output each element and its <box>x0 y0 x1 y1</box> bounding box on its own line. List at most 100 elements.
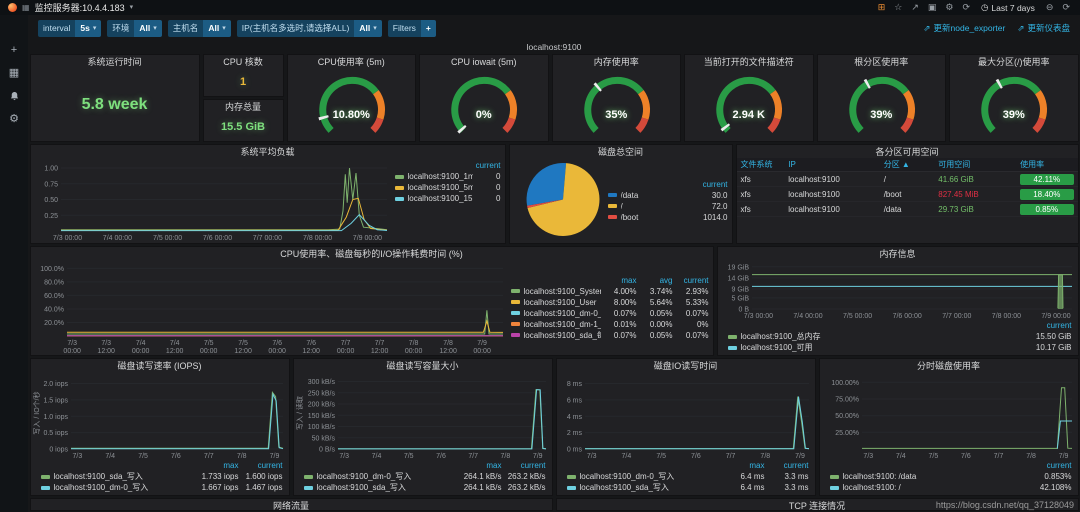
disk-iops-chart[interactable]: 2.0 iops1.5 iops1.0 iops0.5 iops0 iops7/… <box>31 372 289 461</box>
panel-title[interactable]: 磁盘IO读写时间 <box>557 359 815 372</box>
legend-item[interactable]: /boot1014.0 <box>608 212 728 223</box>
legend-col-current[interactable]: current <box>1028 461 1072 471</box>
configuration-gear-icon[interactable]: ⚙ <box>9 114 19 125</box>
add-panel-icon[interactable]: ⊞ <box>876 3 888 12</box>
legend-item[interactable]: /72.0 <box>608 201 728 212</box>
create-plus-icon[interactable]: + <box>11 45 17 56</box>
panel-title[interactable]: 当前打开的文件描述符 <box>685 55 813 68</box>
legend-col-current[interactable]: current <box>694 180 728 190</box>
legend-col-avg[interactable]: avg <box>637 276 673 286</box>
cpu-io-chart[interactable]: 100.0%80.0%60.0%40.0%20.0%7/300:007/312:… <box>31 260 509 355</box>
legend-item[interactable]: localhost:9100_User8.00%5.64%5.33% <box>511 297 709 308</box>
dashboards-grid-icon[interactable]: ▦ <box>9 68 19 79</box>
save-icon[interactable]: ▣ <box>926 3 939 12</box>
series-name: localhost:9100_dm-0_写入 <box>54 482 195 493</box>
legend-col-max[interactable]: max <box>458 461 502 471</box>
chevron-down-icon[interactable]: ▾ <box>130 4 134 11</box>
grafana-logo[interactable] <box>8 3 17 12</box>
var-label: interval <box>38 20 75 37</box>
panel-title[interactable]: CPU 核数 <box>204 55 283 68</box>
legend-col-max[interactable]: max <box>195 461 239 471</box>
panel-row-load: 系统平均负载 1.000.750.500.257/3 00:007/4 00:0… <box>28 143 1080 245</box>
var-label: 主机名 <box>168 20 204 37</box>
legend-col-current[interactable]: current <box>673 276 709 286</box>
legend-item[interactable]: localhost:9100_dm-1_每秒I/O操作%0.01%0.00%0% <box>511 319 709 330</box>
legend-col-current[interactable]: current <box>473 161 501 171</box>
legend-item[interactable]: localhost:9100_dm-0_写入6.4 ms3.3 ms <box>567 471 809 482</box>
link-update-node-exporter[interactable]: ⇗更新node_exporter <box>923 22 1005 34</box>
time-range-picker[interactable]: ◷ Last 7 days <box>977 2 1039 13</box>
panel-title[interactable]: 网络流量 <box>31 499 552 512</box>
external-link-icon: ⇗ <box>923 23 930 34</box>
panel-title[interactable]: 根分区使用率 <box>818 55 946 68</box>
var-hostname[interactable]: 主机名 All▾ <box>168 20 231 37</box>
panel-title[interactable]: 最大分区(/)使用率 <box>950 55 1078 68</box>
panel-title[interactable]: 各分区可用空间 <box>737 145 1078 158</box>
alerting-bell-icon[interactable] <box>9 91 20 102</box>
svg-text:6 ms: 6 ms <box>566 397 582 404</box>
legend-item[interactable]: localhost:9100_总内存15.50 GiB <box>728 331 1072 342</box>
legend-item[interactable]: localhost:9100_sda_写入264.1 kB/s263.2 kB/… <box>304 482 546 493</box>
legend-col-max[interactable]: max <box>721 461 765 471</box>
legend-item[interactable]: /data30.0 <box>608 190 728 201</box>
disk-space-pie-chart[interactable] <box>520 161 606 238</box>
legend-item[interactable]: localhost:9100_5m0 <box>395 182 501 193</box>
memory-chart[interactable]: 19 GiB14 GiB9 GiB5 GiB0 B7/3 00:007/4 00… <box>718 260 1078 321</box>
col-partition[interactable]: 分区 ▲ <box>880 158 935 172</box>
svg-text:7/5: 7/5 <box>203 340 213 347</box>
var-interval[interactable]: interval 5s▾ <box>38 20 101 37</box>
panel-disk-io-time: 磁盘IO读写时间 8 ms6 ms4 ms2 ms0 ms7/37/47/57/… <box>556 358 816 496</box>
legend-item[interactable]: localhost:9100_1m0 <box>395 171 501 182</box>
legend-item[interactable]: localhost:9100_dm-0_写入1.667 iops1.467 io… <box>41 482 283 493</box>
cycle-view-icon[interactable]: ⟳ <box>960 3 972 12</box>
disk-bytes-chart[interactable]: 300 kB/s250 kB/s200 kB/s150 kB/s100 kB/s… <box>294 372 552 461</box>
panel-title[interactable]: 磁盘读写容量大小 <box>294 359 552 372</box>
share-icon[interactable]: ↗ <box>909 3 921 12</box>
legend-item[interactable]: localhost:9100_sda_写入6.4 ms3.3 ms <box>567 482 809 493</box>
legend-col-current[interactable]: current <box>502 461 546 471</box>
panel-title[interactable]: 磁盘总空间 <box>510 145 732 158</box>
panel-title[interactable]: 内存信息 <box>718 247 1078 260</box>
col-usage[interactable]: 使用率 <box>1016 158 1077 172</box>
var-env[interactable]: 环境 All▾ <box>107 20 161 37</box>
legend-col-current[interactable]: current <box>1020 321 1072 331</box>
panel-title[interactable]: 内存使用率 <box>553 55 681 68</box>
legend-item[interactable]: localhost:9100_15m0 <box>395 193 501 204</box>
col-ip[interactable]: IP <box>784 158 879 172</box>
panel-title[interactable]: 系统运行时间 <box>31 55 199 68</box>
panel-title[interactable]: CPU iowait (5m) <box>420 55 548 68</box>
var-ip[interactable]: IP(主机名多选时,请选择ALL) All▾ <box>237 20 382 37</box>
legend-item[interactable]: localhost:9100_sda_每秒I/O操作%0.07%0.05%0.0… <box>511 330 709 341</box>
zoom-out-icon[interactable]: ⊖ <box>1044 3 1056 12</box>
panel-title[interactable]: CPU使用率、磁盘每秒的I/O操作耗费时间 (%) <box>31 247 713 260</box>
dashboard-title[interactable]: 监控服务器:10.4.4.183 <box>35 1 125 14</box>
col-filesystem[interactable]: 文件系统 <box>737 158 785 172</box>
legend-item[interactable]: localhost:9100: /data0.853% <box>830 471 1072 482</box>
col-available[interactable]: 可用空间 <box>934 158 1016 172</box>
disk-usage-time-chart[interactable]: 100.00%75.00%50.00%25.00%7/37/47/57/67/7… <box>820 372 1078 461</box>
panel-title[interactable]: CPU使用率 (5m) <box>288 55 416 68</box>
refresh-icon[interactable]: ⟳ <box>1060 3 1072 12</box>
row-title[interactable]: localhost:9100 <box>28 41 1080 53</box>
disk-io-time-chart[interactable]: 8 ms6 ms4 ms2 ms0 ms7/37/47/57/67/77/87/… <box>557 372 815 461</box>
legend-item[interactable]: localhost:9100: /42.108% <box>830 482 1072 493</box>
add-filter-button[interactable]: + <box>421 20 436 37</box>
legend-item[interactable]: localhost:9100_System4.00%3.74%2.93% <box>511 286 709 297</box>
star-icon[interactable]: ☆ <box>892 3 904 12</box>
filters-chip[interactable]: Filters + <box>388 20 436 37</box>
legend-col-current[interactable]: current <box>239 461 283 471</box>
settings-icon[interactable]: ⚙ <box>943 3 955 12</box>
link-update-dashboard[interactable]: ⇗更新仪表盘 <box>1017 22 1070 34</box>
legend-col-current[interactable]: current <box>765 461 809 471</box>
legend-item[interactable]: localhost:9100_dm-0_每秒I/O操作%0.07%0.05%0.… <box>511 308 709 319</box>
panel-title[interactable]: 分时磁盘使用率 <box>820 359 1078 372</box>
panel-title[interactable]: 磁盘读写速率 (IOPS) <box>31 359 289 372</box>
svg-text:7/6: 7/6 <box>171 453 181 460</box>
legend-item[interactable]: localhost:9100_dm-0_写入264.1 kB/s263.2 kB… <box>304 471 546 482</box>
legend-col-max[interactable]: max <box>601 276 637 286</box>
legend-item[interactable]: localhost:9100_可用10.17 GiB <box>728 342 1072 353</box>
panel-title[interactable]: 系统平均负载 <box>31 145 505 158</box>
system-load-chart[interactable]: 1.000.750.500.257/3 00:007/4 00:007/5 00… <box>31 158 393 243</box>
panel-title[interactable]: 内存总量 <box>204 100 283 113</box>
legend-item[interactable]: localhost:9100_sda_写入1.733 iops1.600 iop… <box>41 471 283 482</box>
